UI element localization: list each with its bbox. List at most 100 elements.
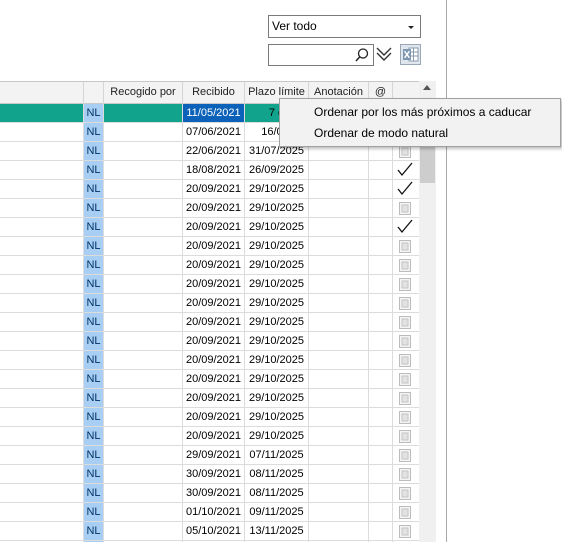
excel-export-icon[interactable] [400, 44, 421, 65]
document-icon[interactable] [399, 297, 411, 310]
table-row[interactable]: NL 20/09/2021 29/10/2025 [0, 294, 421, 313]
row-subject-cell [0, 180, 84, 198]
row-plazo-cell: 29/10/2025 [245, 180, 309, 198]
column-header-blank[interactable] [0, 82, 84, 104]
row-subject-cell [0, 427, 84, 445]
table-row[interactable]: NL 30/09/2021 08/11/2025 [0, 465, 421, 484]
row-anotacion-cell [309, 294, 369, 312]
table-row[interactable]: NL 20/09/2021 29/10/2025 [0, 218, 421, 237]
document-icon[interactable] [399, 430, 411, 443]
document-icon[interactable] [399, 468, 411, 481]
row-plazo-cell: 29/10/2025 [245, 408, 309, 426]
table-row[interactable]: NL 30/09/2021 08/11/2025 [0, 484, 421, 503]
table-row[interactable]: NL 20/09/2021 29/10/2025 [0, 237, 421, 256]
column-header-recibido[interactable]: Recibido [183, 82, 245, 104]
row-plazo-cell: 26/09/2025 [245, 161, 309, 179]
row-anotacion-cell [309, 484, 369, 502]
column-header-recogido[interactable]: Recogido por [104, 82, 183, 104]
document-icon[interactable] [399, 259, 411, 272]
row-plazo-cell: 29/10/2025 [245, 237, 309, 255]
row-recibido-cell: 20/09/2021 [183, 313, 245, 331]
row-subject-cell [0, 218, 84, 236]
row-recogido-cell [104, 351, 183, 369]
table-row[interactable]: NL 29/09/2021 07/11/2025 [0, 446, 421, 465]
document-icon[interactable] [399, 202, 411, 215]
search-icon[interactable] [354, 47, 370, 63]
row-plazo-cell: 29/10/2025 [245, 218, 309, 236]
row-plazo-cell: 29/10/2025 [245, 275, 309, 293]
table-row[interactable]: NL 20/09/2021 29/10/2025 [0, 370, 421, 389]
document-icon[interactable] [399, 316, 411, 329]
checkmark-icon[interactable] [396, 181, 414, 197]
row-recogido-cell [104, 503, 183, 521]
row-type-cell: NL [84, 161, 104, 179]
scroll-up-icon[interactable] [423, 85, 431, 90]
document-icon[interactable] [399, 392, 411, 405]
row-subject-cell [0, 446, 84, 464]
table-row[interactable]: NL 20/09/2021 29/10/2025 [0, 275, 421, 294]
table-row[interactable]: NL 20/09/2021 29/10/2025 [0, 332, 421, 351]
checkmark-icon[interactable] [396, 162, 414, 178]
row-anotacion-cell [309, 503, 369, 521]
table-row[interactable]: NL 20/09/2021 29/10/2025 [0, 427, 421, 446]
row-anotacion-cell [309, 256, 369, 274]
row-recogido-cell [104, 427, 183, 445]
row-recogido-cell [104, 484, 183, 502]
document-icon[interactable] [399, 240, 411, 253]
document-icon[interactable] [399, 449, 411, 462]
row-plazo-cell: 08/11/2025 [245, 484, 309, 502]
row-type-cell: NL [84, 237, 104, 255]
double-chevron-down-icon[interactable] [375, 44, 393, 64]
table-row[interactable]: NL 05/10/202113/11/2025 [0, 522, 421, 541]
row-at-cell [369, 465, 393, 483]
row-subject-cell [0, 351, 84, 369]
filter-dropdown[interactable]: Ver todo [268, 15, 421, 38]
row-recogido-cell [104, 522, 183, 540]
row-at-cell [369, 199, 393, 217]
row-subject-cell [0, 503, 84, 521]
row-recogido-cell [104, 161, 183, 179]
document-icon[interactable] [399, 487, 411, 500]
search-input[interactable] [271, 47, 351, 63]
row-subject-cell [0, 370, 84, 388]
document-icon[interactable] [399, 411, 411, 424]
checkmark-icon[interactable] [396, 219, 414, 235]
document-icon[interactable] [399, 506, 411, 519]
menu-item-sort-natural[interactable]: Ordenar de modo natural [281, 123, 559, 143]
document-icon[interactable] [399, 278, 411, 291]
row-recogido-cell [104, 332, 183, 350]
menu-item-sort-expiring[interactable]: Ordenar por los más próximos a caducar [281, 102, 559, 122]
column-header-type[interactable] [84, 82, 104, 104]
table-row[interactable]: NL 18/08/2021 26/09/2025 [0, 161, 421, 180]
row-recogido-cell [104, 389, 183, 407]
row-recogido-cell [104, 142, 183, 160]
table-row[interactable]: NL 20/09/2021 29/10/2025 [0, 199, 421, 218]
row-recogido-cell [104, 104, 183, 122]
row-type-cell: NL [84, 180, 104, 198]
row-recibido-cell: 11/05/2021 [183, 104, 245, 122]
row-plazo-cell: 09/11/2025 [245, 503, 309, 521]
document-icon[interactable] [399, 525, 411, 538]
table-row[interactable]: NL 20/09/2021 29/10/2025 [0, 408, 421, 427]
row-recogido-cell [104, 275, 183, 293]
table-row[interactable]: NL 20/09/2021 29/10/2025 [0, 351, 421, 370]
table-row[interactable]: NL 20/09/2021 29/10/2025 [0, 389, 421, 408]
table-row[interactable]: NL 01/10/2021 09/11/2025 [0, 503, 421, 522]
document-icon[interactable] [399, 335, 411, 348]
row-type-cell: NL [84, 389, 104, 407]
table-row[interactable]: NL 20/09/2021 29/10/2025 [0, 256, 421, 275]
vertical-scrollbar[interactable] [419, 81, 436, 542]
row-anotacion-cell [309, 427, 369, 445]
table-row[interactable]: NL 20/09/2021 29/10/2025 [0, 180, 421, 199]
search-field[interactable] [268, 44, 374, 66]
row-at-cell [369, 484, 393, 502]
document-icon[interactable] [399, 354, 411, 367]
row-at-cell [369, 389, 393, 407]
row-at-cell [369, 503, 393, 521]
row-subject-cell [0, 408, 84, 426]
document-icon[interactable] [399, 373, 411, 386]
row-recogido-cell [104, 256, 183, 274]
table-row[interactable]: NL 20/09/2021 29/10/2025 [0, 313, 421, 332]
row-recibido-cell: 07/06/2021 [183, 123, 245, 141]
row-anotacion-cell [309, 199, 369, 217]
